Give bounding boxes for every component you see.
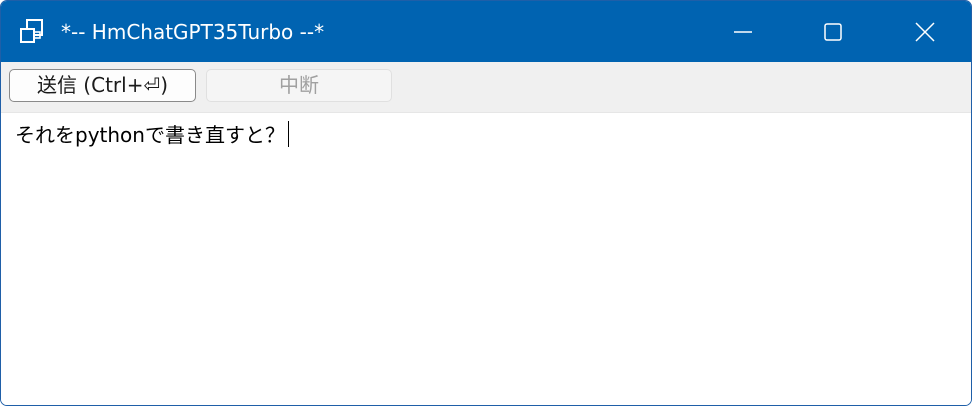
- title-bar[interactable]: *-- HmChatGPT35Turbo --*: [1, 1, 971, 62]
- stop-button[interactable]: 中断: [206, 69, 392, 102]
- maximize-icon: [824, 22, 842, 41]
- close-button[interactable]: [879, 1, 971, 62]
- app-window: *-- HmChatGPT35Turbo --* 送信 (Ctrl+⏎) 中断 …: [0, 0, 972, 406]
- send-button[interactable]: 送信 (Ctrl+⏎): [9, 69, 196, 102]
- window-title: *-- HmChatGPT35Turbo --*: [61, 20, 325, 44]
- toolbar: 送信 (Ctrl+⏎) 中断: [1, 62, 971, 113]
- prompt-value: それをpythonで書き直すと？: [15, 123, 285, 147]
- minimize-icon: [734, 30, 752, 33]
- prompt-editor[interactable]: それをpythonで書き直すと？: [1, 113, 971, 405]
- text-caret: [287, 121, 289, 147]
- maximize-button[interactable]: [787, 1, 879, 62]
- app-windows-icon: [20, 19, 43, 43]
- prompt-text[interactable]: それをpythonで書き直すと？: [15, 121, 289, 149]
- close-icon: [915, 21, 935, 42]
- minimize-button[interactable]: [697, 1, 789, 62]
